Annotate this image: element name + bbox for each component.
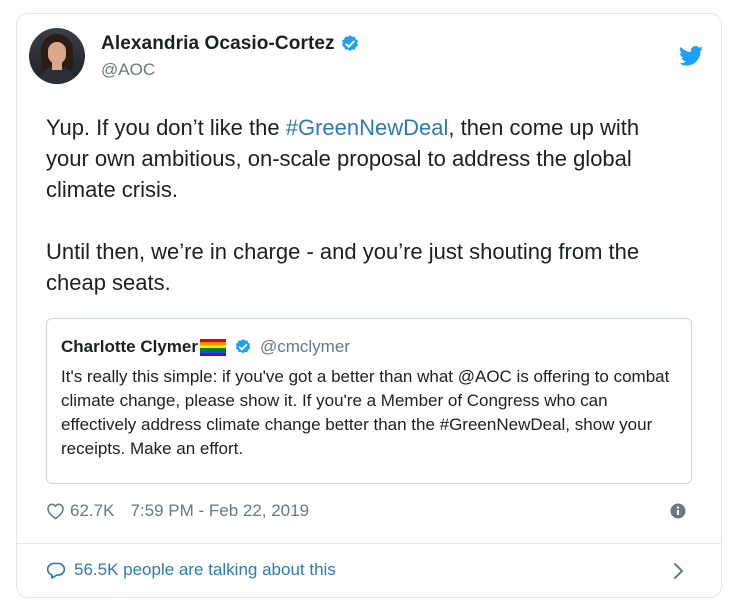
verified-badge-icon — [235, 339, 251, 354]
speech-bubble-icon — [46, 562, 66, 579]
heart-icon[interactable] — [46, 502, 65, 520]
quoted-tweet[interactable]: Charlotte Clymer @cmclymer It's really t… — [46, 318, 692, 484]
talking-count: 56.5K people are talking about this — [74, 560, 336, 579]
quoted-author-name: Charlotte Clymer — [61, 337, 198, 356]
tweet-paragraph-2: Until then, we’re in charge - and you’re… — [46, 239, 640, 295]
divider — [16, 543, 722, 544]
avatar[interactable] — [29, 28, 85, 84]
rainbow-flag-icon — [199, 338, 226, 356]
tweet-text-part: Yup. If you don’t like the — [46, 115, 286, 140]
author-name[interactable]: Alexandria Ocasio-Cortez — [101, 33, 335, 55]
tweet-text: Yup. If you don’t like the #GreenNewDeal… — [46, 112, 686, 329]
info-icon[interactable] — [670, 503, 686, 519]
tweet-paragraph-1: Yup. If you don’t like the #GreenNewDeal… — [46, 112, 686, 205]
chevron-right-icon[interactable] — [672, 561, 684, 581]
quoted-author-handle: @cmclymer — [259, 337, 350, 356]
tweet-header: Alexandria Ocasio-Cortez @AOC — [29, 28, 360, 84]
tweet-meta: 62.7K 7:59 PM - Feb 22, 2019 — [46, 501, 694, 521]
quoted-tweet-text: It's really this simple: if you've got a… — [61, 367, 670, 458]
verified-badge-icon — [341, 34, 358, 51]
timestamp[interactable]: 7:59 PM - Feb 22, 2019 — [130, 501, 309, 521]
hashtag-link[interactable]: #GreenNewDeal — [286, 115, 449, 140]
author-handle[interactable]: @AOC — [101, 60, 360, 80]
twitter-bird-icon[interactable] — [679, 46, 703, 66]
author-info: Alexandria Ocasio-Cortez @AOC — [101, 33, 360, 80]
quoted-tweet-header: Charlotte Clymer @cmclymer — [61, 337, 350, 357]
like-count[interactable]: 62.7K — [70, 501, 114, 521]
conversation-link[interactable]: 56.5K people are talking about this — [46, 560, 694, 580]
